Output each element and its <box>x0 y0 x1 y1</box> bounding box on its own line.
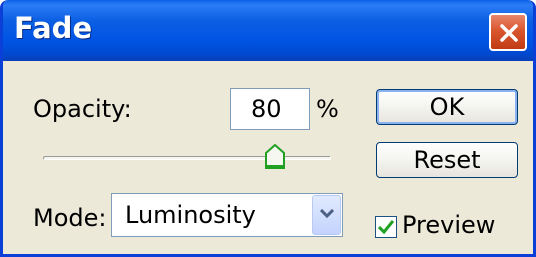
mode-dropdown-button[interactable] <box>312 195 341 235</box>
close-icon <box>500 24 518 42</box>
close-button[interactable] <box>489 13 527 51</box>
preview-label[interactable]: Preview <box>402 211 495 239</box>
mode-selected-value: Luminosity <box>125 201 256 229</box>
opacity-slider-track[interactable] <box>43 156 331 160</box>
checkmark-icon <box>378 220 394 234</box>
reset-button[interactable]: Reset <box>376 142 518 178</box>
mode-select[interactable]: Luminosity <box>111 193 343 237</box>
chevron-down-icon <box>320 209 334 219</box>
ok-button[interactable]: OK <box>376 89 518 125</box>
opacity-unit: % <box>316 95 339 123</box>
dialog-title: Fade <box>14 11 93 45</box>
mode-label: Mode: <box>33 204 107 232</box>
opacity-label: Opacity: <box>33 95 132 123</box>
title-bar[interactable]: Fade <box>3 0 533 61</box>
dialog-body: Opacity: 80 % Mode: Luminosity OK Reset … <box>3 61 533 254</box>
opacity-input[interactable]: 80 <box>230 88 310 130</box>
slider-thumb-icon[interactable] <box>264 144 286 170</box>
preview-checkbox[interactable] <box>375 216 397 238</box>
fade-dialog: Fade Opacity: 80 % Mode: Luminosity OK R… <box>0 0 536 257</box>
